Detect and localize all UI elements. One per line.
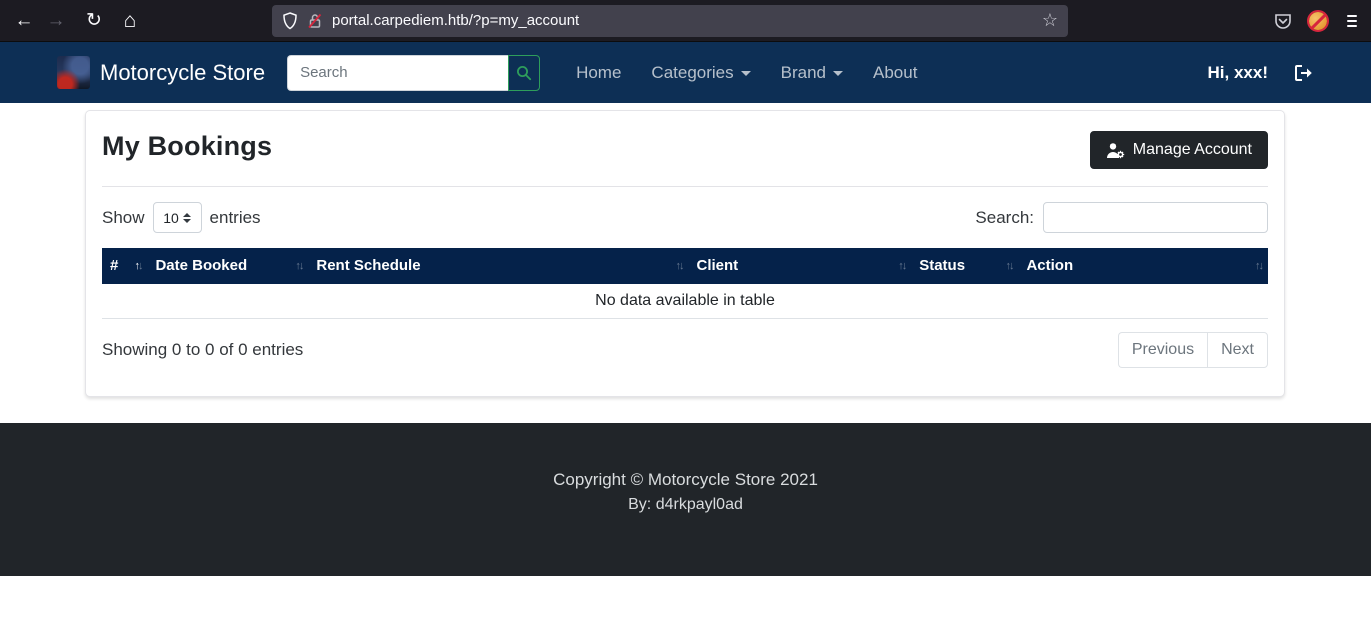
sort-descending-icon: ↓ [298,259,304,272]
bookmark-star-icon[interactable]: ☆ [1042,10,1058,31]
toolbar-right [1273,9,1361,33]
back-icon[interactable]: ← [8,5,40,37]
empty-message: No data available in table [102,283,1268,319]
navbar-search-form [287,54,541,91]
forward-icon[interactable]: → [40,5,72,37]
select-arrows-icon [182,212,191,223]
sort-descending-icon: ↓ [1008,259,1014,272]
column-header-status[interactable]: Status ↑↓ [911,248,1019,284]
table-search-input[interactable] [1043,202,1268,233]
page-content: My Bookings Manage Account Show 10 entri… [0,103,1371,397]
page-bottom-space [0,576,1371,636]
next-page-button[interactable]: Next [1207,332,1268,368]
navbar-search-input[interactable] [287,54,509,91]
brand-name[interactable]: Motorcycle Store [100,60,265,86]
nav-link-brand[interactable]: Brand [781,63,844,83]
column-header-rent-schedule[interactable]: Rent Schedule ↑↓ [308,248,689,284]
brand[interactable]: Motorcycle Store [57,56,265,89]
site-navbar: Motorcycle Store Home Categories Brand [0,42,1371,103]
browser-window: ← → ↻ ⌂ portal.carpediem.htb/?p=my_accou… [0,0,1371,636]
logout-icon[interactable] [1294,64,1314,82]
navbar-right: Hi, xxx! [1208,63,1314,83]
nav-link-home[interactable]: Home [576,63,621,83]
chevron-down-icon [833,71,844,76]
bookings-table: # ↑↓ Date Booked ↑↓ Rent Schedule ↑↓ Cli… [102,248,1268,319]
insecure-lock-icon[interactable] [307,12,323,30]
reload-icon[interactable]: ↻ [78,5,110,37]
previous-page-button[interactable]: Previous [1117,332,1208,368]
sort-icons: ↑↓ [1255,259,1264,272]
sort-descending-icon: ↓ [678,259,684,272]
sort-descending-icon: ↓ [901,259,907,272]
column-header-index[interactable]: # ↑↓ [102,248,148,284]
sort-icons: ↑↓ [295,259,304,272]
nav-links: Home Categories Brand About [576,63,917,83]
person-gear-icon [1106,142,1124,158]
pocket-icon[interactable] [1273,11,1293,31]
sort-descending-icon: ↓ [137,259,143,272]
shield-icon[interactable] [282,11,298,30]
sort-icons: ↑↓ [134,259,143,272]
entries-label: entries [209,207,261,227]
show-label: Show [102,207,145,227]
bookings-card: My Bookings Manage Account Show 10 entri… [85,110,1285,397]
copyright-text: Copyright © Motorcycle Store 2021 [553,470,818,489]
user-greeting: Hi, xxx! [1207,62,1268,82]
column-header-client[interactable]: Client ↑↓ [688,248,912,284]
chevron-down-icon [740,71,751,76]
sort-icons: ↑↓ [675,259,684,272]
pagination: Previous Next [1117,332,1268,368]
column-header-date-booked[interactable]: Date Booked ↑↓ [147,248,309,284]
address-bar[interactable]: portal.carpediem.htb/?p=my_account ☆ [272,4,1068,37]
sort-icons: ↑↓ [898,259,907,272]
brand-logo-image [57,56,90,89]
divider [102,186,1268,187]
url-text[interactable]: portal.carpediem.htb/?p=my_account [332,12,1034,29]
table-info: Showing 0 to 0 of 0 entries [102,340,304,359]
sort-descending-icon: ↓ [1258,259,1264,272]
sort-icons: ↑↓ [1005,259,1014,272]
column-header-action[interactable]: Action ↑↓ [1018,248,1268,284]
browser-toolbar: ← → ↻ ⌂ portal.carpediem.htb/?p=my_accou… [0,0,1371,42]
extension-blocked-icon[interactable] [1307,9,1329,32]
site-footer: Copyright © Motorcycle Store 2021 By: d4… [0,423,1371,576]
nav-link-about[interactable]: About [873,63,917,83]
author-text: By: d4rkpayl0ad [628,496,743,513]
page-length-select[interactable]: 10 [152,202,202,233]
page-title: My Bookings [102,131,273,161]
nav-link-categories[interactable]: Categories [651,63,751,83]
navbar-search-button[interactable] [508,54,541,91]
manage-account-button[interactable]: Manage Account [1089,131,1268,169]
table-search-label: Search: [975,207,1034,227]
home-icon[interactable]: ⌂ [114,5,146,37]
search-icon [517,65,532,80]
empty-table-row: No data available in table [102,283,1268,319]
menu-icon[interactable] [1343,9,1361,33]
